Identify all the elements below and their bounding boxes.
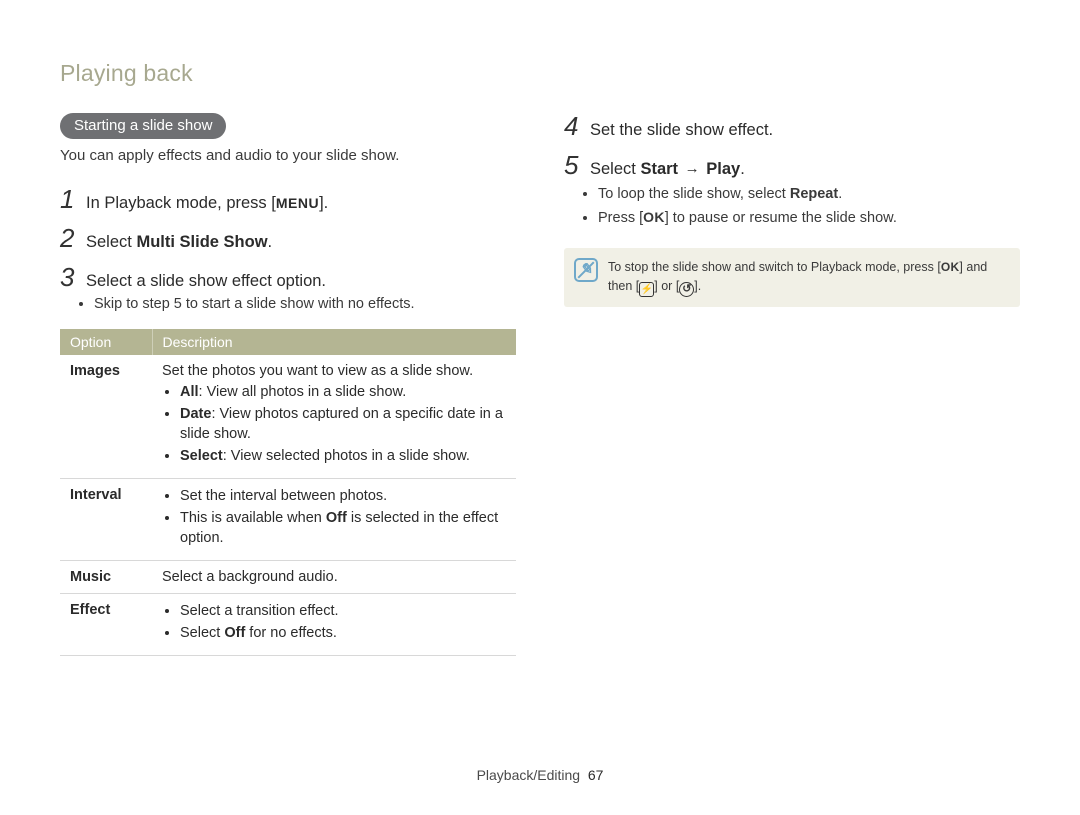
menu-button-label: MENU	[276, 195, 319, 211]
note-or: ] or [	[654, 279, 679, 293]
option-desc: Set the photos you want to view as a sli…	[152, 355, 516, 479]
step-text: Select Multi Slide Show.	[86, 233, 272, 252]
bullet-rest: : View all photos in a slide show.	[199, 384, 407, 400]
note-text: To stop the slide show and switch to Pla…	[608, 258, 1006, 297]
bullet-bold: Date	[180, 406, 211, 422]
bullet-rest: : View selected photos in a slide show.	[223, 448, 470, 464]
step-1: 1 In Playback mode, press [MENU].	[60, 186, 516, 213]
bullet-bold: All	[180, 384, 199, 400]
step-text-bold: Play	[706, 160, 740, 178]
footer-page-number: 67	[588, 767, 604, 783]
footer-section: Playback/Editing	[477, 767, 581, 783]
option-name: Interval	[60, 478, 152, 560]
arrow-icon: →	[683, 160, 702, 177]
step-text-pre: Select	[86, 233, 136, 251]
step-number: 1	[60, 186, 86, 212]
step-3-bullet: Skip to step 5 to start a slide show wit…	[94, 295, 516, 315]
option-name: Music	[60, 560, 152, 593]
step-3: 3 Select a slide show effect option.	[60, 264, 516, 291]
page-footer: Playback/Editing 67	[0, 767, 1080, 783]
option-desc: Set the interval between photos. This is…	[152, 478, 516, 560]
note-icon: ✎	[574, 258, 598, 282]
table-header-description: Description	[152, 329, 516, 355]
option-lead: Set the photos you want to view as a sli…	[162, 363, 506, 379]
bullet-bold: Select	[180, 448, 223, 464]
section-title: Playing back	[60, 60, 1020, 87]
ok-button-label: OK	[643, 209, 665, 225]
subsection-lede: You can apply effects and audio to your …	[60, 147, 516, 164]
step-text-bold: Multi Slide Show	[136, 233, 267, 251]
table-row: Interval Set the interval between photos…	[60, 478, 516, 560]
option-bullet: This is available when Off is selected i…	[180, 509, 506, 548]
power-icon: ↺	[679, 282, 694, 297]
step-4: 4 Set the slide show effect.	[564, 113, 1020, 140]
flash-icon: ⚡	[639, 282, 654, 297]
options-table: Option Description Images Set the photos…	[60, 329, 516, 656]
note-end: ].	[694, 279, 701, 293]
step-5-bullets: To loop the slide show, select Repeat. P…	[598, 185, 1020, 228]
step-text-post: .	[268, 233, 273, 251]
step-text: Select Start → Play.	[590, 160, 745, 179]
option-bullet: Select a transition effect.	[180, 602, 506, 622]
bullet-post: for no effects.	[245, 625, 337, 641]
bullet-bold: Off	[224, 625, 245, 641]
step-5-bullet: To loop the slide show, select Repeat.	[598, 185, 1020, 205]
option-bullet: Date: View photos captured on a specific…	[180, 405, 506, 444]
step-number: 4	[564, 113, 590, 139]
step-number: 3	[60, 264, 86, 290]
left-column: Starting a slide show You can apply effe…	[60, 113, 516, 656]
option-bullet: Select: View selected photos in a slide …	[180, 447, 506, 467]
bullet-post: .	[838, 186, 842, 202]
step-text: Select a slide show effect option.	[86, 272, 326, 291]
option-bullet: Set the interval between photos.	[180, 487, 506, 507]
table-row: Images Set the photos you want to view a…	[60, 355, 516, 479]
step-text-pre: In Playback mode, press [	[86, 194, 276, 212]
step-text-bold: Start	[640, 160, 678, 178]
option-desc: Select a background audio.	[152, 560, 516, 593]
subsection-pill: Starting a slide show	[60, 113, 226, 139]
option-name: Effect	[60, 593, 152, 655]
bullet-pre: Select	[180, 625, 224, 641]
bullet-bold: Off	[326, 510, 347, 526]
step-number: 5	[564, 152, 590, 178]
content-columns: Starting a slide show You can apply effe…	[60, 113, 1020, 656]
option-name: Images	[60, 355, 152, 479]
table-header-option: Option	[60, 329, 152, 355]
step-text: In Playback mode, press [MENU].	[86, 194, 328, 213]
option-bullet: Select Off for no effects.	[180, 624, 506, 644]
table-row: Music Select a background audio.	[60, 560, 516, 593]
bullet-bold: Repeat	[790, 186, 838, 202]
option-desc: Select a transition effect. Select Off f…	[152, 593, 516, 655]
bullet-post: ] to pause or resume the slide show.	[665, 210, 897, 226]
step-text-post: ].	[319, 194, 328, 212]
step-number: 2	[60, 225, 86, 251]
bullet-pre: Press [	[598, 210, 643, 226]
step-text-post: .	[740, 160, 745, 178]
ok-button-label: OK	[941, 260, 960, 274]
step-text-pre: Select	[590, 160, 640, 178]
bullet-pre: To loop the slide show, select	[598, 186, 790, 202]
manual-page: Playing back Starting a slide show You c…	[0, 0, 1080, 815]
note-box: ✎ To stop the slide show and switch to P…	[564, 248, 1020, 307]
table-row: Effect Select a transition effect. Selec…	[60, 593, 516, 655]
note-pre: To stop the slide show and switch to Pla…	[608, 260, 941, 274]
option-bullet: All: View all photos in a slide show.	[180, 383, 506, 403]
step-text: Set the slide show effect.	[590, 121, 773, 140]
right-column: 4 Set the slide show effect. 5 Select St…	[564, 113, 1020, 656]
step-2: 2 Select Multi Slide Show.	[60, 225, 516, 252]
step-5-bullet: Press [OK] to pause or resume the slide …	[598, 208, 1020, 229]
bullet-rest: : View photos captured on a specific dat…	[180, 406, 503, 442]
bullet-pre: This is available when	[180, 510, 326, 526]
step-5: 5 Select Start → Play.	[564, 152, 1020, 179]
step-3-bullets: Skip to step 5 to start a slide show wit…	[94, 295, 516, 315]
